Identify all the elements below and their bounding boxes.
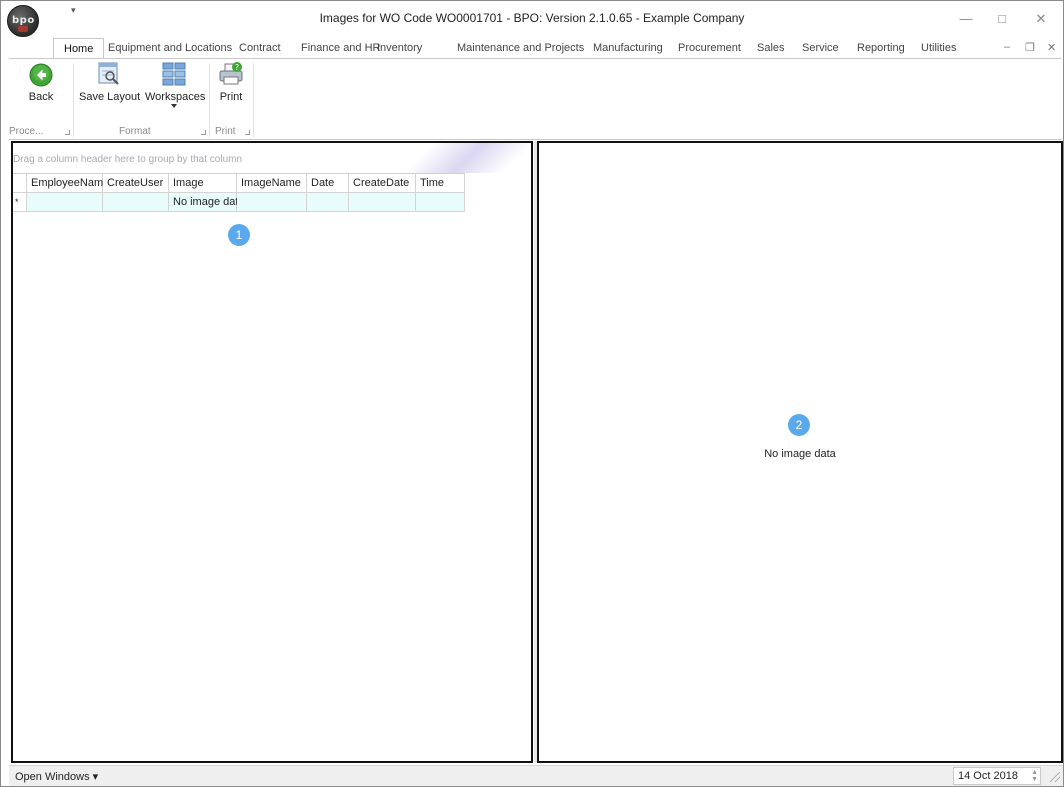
close-button[interactable]: ✕ bbox=[1031, 9, 1051, 29]
column-header-date[interactable]: Date bbox=[307, 174, 349, 193]
cell-imagename[interactable] bbox=[237, 193, 307, 212]
ribbon-tabs: Home Equipment and Locations Contract Fi… bbox=[47, 38, 1062, 59]
group-label-print: Print bbox=[215, 126, 236, 137]
no-image-text: No image data bbox=[764, 448, 836, 460]
group-separator bbox=[209, 63, 210, 137]
open-windows-menu[interactable]: Open Windows ▾ bbox=[15, 770, 98, 783]
back-arrow-icon bbox=[29, 63, 53, 87]
tab-procurement[interactable]: Procurement bbox=[678, 38, 741, 59]
application-window: bpo ▾ Images for WO Code WO0001701 - BPO… bbox=[0, 0, 1064, 787]
group-by-hint: Drag a column header here to group by th… bbox=[13, 154, 243, 165]
cell-employeename[interactable] bbox=[27, 193, 103, 212]
tab-finance-and-hr[interactable]: Finance and HR bbox=[301, 38, 381, 59]
group-label-process: Proce... bbox=[9, 126, 44, 137]
group-label-format: Format bbox=[119, 126, 151, 137]
cell-date[interactable] bbox=[307, 193, 349, 212]
callout-marker-1: 1 bbox=[228, 224, 250, 246]
print-label: Print bbox=[219, 91, 243, 103]
tab-maintenance-and-projects[interactable]: Maintenance and Projects bbox=[457, 38, 584, 59]
tab-sales[interactable]: Sales bbox=[757, 38, 785, 59]
column-header-image[interactable]: Image bbox=[169, 174, 237, 193]
format-group-launcher-icon[interactable] bbox=[201, 130, 206, 135]
column-header-time[interactable]: Time bbox=[416, 174, 465, 193]
svg-text:?: ? bbox=[235, 63, 239, 72]
back-button-label: Back bbox=[28, 91, 54, 103]
group-separator bbox=[73, 63, 74, 137]
image-preview-panel: 2 No image data bbox=[537, 141, 1063, 763]
decorative-swoosh bbox=[386, 143, 531, 173]
date-field[interactable]: 14 Oct 2018 ▲ ▼ bbox=[953, 767, 1041, 785]
save-layout-icon bbox=[98, 62, 119, 85]
save-layout-button[interactable]: Save Layout bbox=[79, 61, 141, 103]
minimize-button[interactable]: — bbox=[956, 9, 976, 29]
mdi-minimize-button[interactable]: – bbox=[1004, 41, 1010, 53]
ribbon-panel: Back Save Layout Workspaces ? Print Proc… bbox=[9, 58, 1061, 140]
group-by-panel[interactable]: Drag a column header here to group by th… bbox=[13, 143, 531, 173]
tab-manufacturing[interactable]: Manufacturing bbox=[593, 38, 663, 59]
date-value: 14 Oct 2018 bbox=[958, 770, 1018, 782]
table-row-new[interactable]: * No image data bbox=[13, 193, 465, 212]
resize-grip-icon[interactable] bbox=[1050, 772, 1060, 782]
process-group-launcher-icon[interactable] bbox=[65, 130, 70, 135]
print-button[interactable]: ? Print bbox=[213, 61, 249, 103]
images-grid: EmployeeName CreateUser Image ImageName … bbox=[13, 173, 465, 212]
row-indicator-header bbox=[13, 174, 27, 193]
mdi-restore-button[interactable]: ❐ bbox=[1025, 41, 1035, 54]
workspaces-dropdown-icon[interactable] bbox=[171, 104, 177, 108]
grid-header-row: EmployeeName CreateUser Image ImageName … bbox=[13, 174, 465, 193]
back-button[interactable]: Back bbox=[21, 61, 61, 103]
print-icon: ? bbox=[219, 62, 243, 85]
cell-image[interactable]: No image data bbox=[169, 193, 245, 212]
group-separator bbox=[253, 63, 254, 137]
tab-reporting[interactable]: Reporting bbox=[857, 38, 905, 59]
tab-contract[interactable]: Contract bbox=[239, 38, 281, 59]
tab-inventory[interactable]: Inventory bbox=[377, 38, 422, 59]
window-title: Images for WO Code WO0001701 - BPO: Vers… bbox=[319, 11, 745, 25]
tab-equipment-and-locations[interactable]: Equipment and Locations bbox=[108, 38, 232, 59]
print-group-launcher-icon[interactable] bbox=[245, 130, 250, 135]
date-spinner-icon[interactable]: ▲ ▼ bbox=[1031, 769, 1038, 783]
workspaces-icon bbox=[162, 62, 186, 86]
cell-time[interactable] bbox=[416, 193, 465, 212]
column-header-employeename[interactable]: EmployeeName bbox=[27, 174, 109, 193]
cell-createdate[interactable] bbox=[349, 193, 416, 212]
workspaces-button[interactable]: Workspaces bbox=[145, 61, 206, 108]
tab-service[interactable]: Service bbox=[802, 38, 839, 59]
status-bar: Open Windows ▾ 14 Oct 2018 ▲ ▼ bbox=[9, 765, 1063, 786]
images-grid-panel: Drag a column header here to group by th… bbox=[11, 141, 533, 763]
column-header-createuser[interactable]: CreateUser bbox=[103, 174, 169, 193]
tab-utilities[interactable]: Utilities bbox=[921, 38, 956, 59]
maximize-button[interactable]: □ bbox=[992, 9, 1012, 29]
tab-home[interactable]: Home bbox=[53, 38, 105, 59]
callout-marker-2: 2 bbox=[788, 414, 810, 436]
cell-createuser[interactable] bbox=[103, 193, 169, 212]
column-header-createdate[interactable]: CreateDate bbox=[349, 174, 416, 193]
mdi-close-button[interactable]: ✕ bbox=[1047, 41, 1056, 54]
workspaces-label: Workspaces bbox=[145, 91, 206, 103]
save-layout-label: Save Layout bbox=[79, 91, 141, 103]
new-row-indicator-icon: * bbox=[13, 193, 27, 212]
column-header-imagename[interactable]: ImageName bbox=[237, 174, 307, 193]
title-bar: bpo ▾ Images for WO Code WO0001701 - BPO… bbox=[1, 1, 1063, 37]
